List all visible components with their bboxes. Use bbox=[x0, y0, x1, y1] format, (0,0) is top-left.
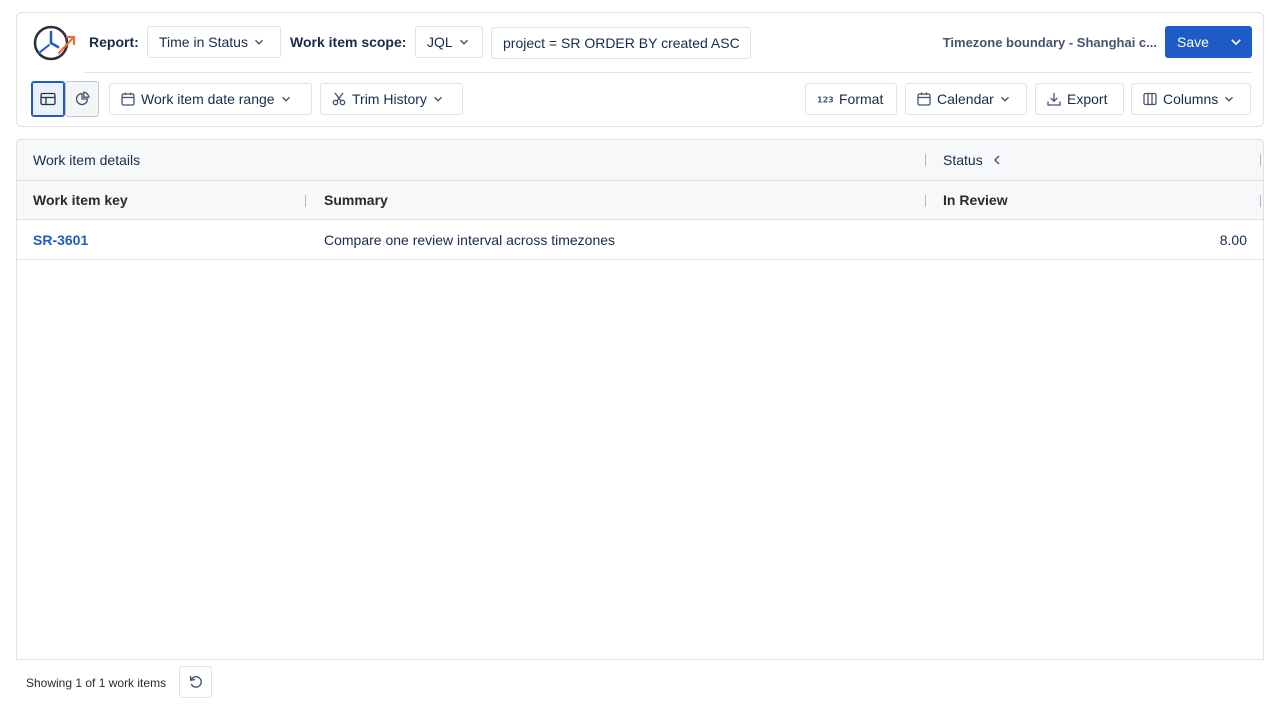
date-range-label: Work item date range bbox=[141, 91, 275, 107]
toolbar-card: Report: Time in Status Work item scope: … bbox=[16, 12, 1264, 127]
save-options-button[interactable] bbox=[1220, 26, 1252, 58]
chevron-down-icon bbox=[254, 39, 263, 45]
download-icon bbox=[1047, 93, 1061, 106]
toolbar-row-top: Report: Time in Status Work item scope: … bbox=[17, 13, 1263, 72]
report-type-dropdown[interactable]: Time in Status bbox=[147, 26, 281, 58]
table-icon bbox=[40, 92, 56, 106]
table-header-row: Work item key Summary In Review bbox=[17, 181, 1263, 220]
column-resize-handle[interactable] bbox=[305, 195, 306, 207]
calendar-label: Calendar bbox=[937, 91, 994, 107]
toolbar-divider bbox=[85, 72, 1251, 73]
format-label: Format bbox=[839, 91, 884, 107]
chevron-down-icon bbox=[1000, 96, 1009, 102]
column-header-key[interactable]: Work item key bbox=[33, 181, 128, 219]
refresh-button[interactable] bbox=[179, 666, 212, 698]
chevron-down-icon bbox=[1225, 96, 1234, 102]
scissors-icon bbox=[332, 92, 346, 106]
number-format-icon: 123 bbox=[817, 96, 833, 105]
export-button[interactable]: Export bbox=[1035, 83, 1124, 115]
pie-chart-icon bbox=[75, 91, 90, 106]
table-row: SR-3601 Compare one review interval acro… bbox=[17, 220, 1263, 260]
toolbar-row-bottom: Work item date range Trim History 123 Fo… bbox=[17, 81, 1263, 117]
jql-query-input[interactable]: project = SR ORDER BY created ASC bbox=[491, 27, 751, 59]
report-type-value: Time in Status bbox=[159, 34, 248, 50]
calendar-icon bbox=[917, 92, 931, 106]
columns-label: Columns bbox=[1163, 91, 1219, 107]
clock-logo-icon bbox=[33, 25, 76, 61]
table-group-header-row: Work item details Status bbox=[17, 140, 1263, 181]
group-header-status-label: Status bbox=[943, 152, 983, 168]
jql-query-text: project = SR ORDER BY created ASC bbox=[503, 35, 740, 51]
showing-count-text: Showing 1 of 1 work items bbox=[26, 676, 167, 690]
calendar-dropdown[interactable]: Calendar bbox=[905, 83, 1027, 115]
column-separator bbox=[925, 154, 926, 166]
save-button-group: Save bbox=[1165, 26, 1252, 58]
column-separator bbox=[1260, 154, 1261, 166]
calendar-icon bbox=[121, 92, 135, 106]
save-button[interactable]: Save bbox=[1165, 26, 1220, 58]
report-name: Timezone boundary - Shanghai c... bbox=[942, 35, 1157, 50]
report-table: Work item details Status Work item key S… bbox=[16, 139, 1264, 660]
column-header-in-review[interactable]: In Review bbox=[943, 181, 1008, 219]
in-review-value: 8.00 bbox=[1219, 231, 1247, 248]
scope-type-value: JQL bbox=[427, 34, 453, 50]
scope-label: Work item scope: bbox=[290, 34, 407, 50]
columns-icon bbox=[1143, 92, 1157, 106]
chart-view-toggle[interactable] bbox=[65, 81, 99, 117]
svg-text:123: 123 bbox=[817, 96, 833, 105]
group-header-details: Work item details bbox=[33, 152, 141, 168]
column-header-summary[interactable]: Summary bbox=[324, 181, 388, 219]
export-label: Export bbox=[1067, 91, 1108, 107]
work-item-summary: Compare one review interval across timez… bbox=[324, 231, 616, 248]
date-range-dropdown[interactable]: Work item date range bbox=[109, 83, 312, 115]
chevron-down-icon bbox=[281, 96, 290, 102]
table-view-toggle[interactable] bbox=[31, 81, 65, 117]
format-button[interactable]: 123 Format bbox=[805, 83, 897, 115]
chevron-down-icon bbox=[1231, 39, 1241, 46]
table-footer: Showing 1 of 1 work items bbox=[16, 659, 1264, 720]
columns-dropdown[interactable]: Columns bbox=[1131, 83, 1251, 115]
work-item-key-link[interactable]: SR-3601 bbox=[33, 220, 88, 259]
trim-history-label: Trim History bbox=[352, 91, 427, 107]
chevron-left-icon[interactable] bbox=[993, 155, 1001, 165]
group-header-status[interactable]: Status bbox=[943, 140, 1001, 180]
column-resize-handle[interactable] bbox=[1260, 195, 1261, 207]
chevron-down-icon bbox=[433, 96, 442, 102]
column-resize-handle[interactable] bbox=[925, 195, 926, 207]
refresh-icon bbox=[189, 675, 202, 688]
trim-history-dropdown[interactable]: Trim History bbox=[320, 83, 463, 115]
scope-type-dropdown[interactable]: JQL bbox=[415, 26, 483, 58]
chevron-down-icon bbox=[459, 39, 468, 45]
report-label: Report: bbox=[89, 34, 139, 50]
